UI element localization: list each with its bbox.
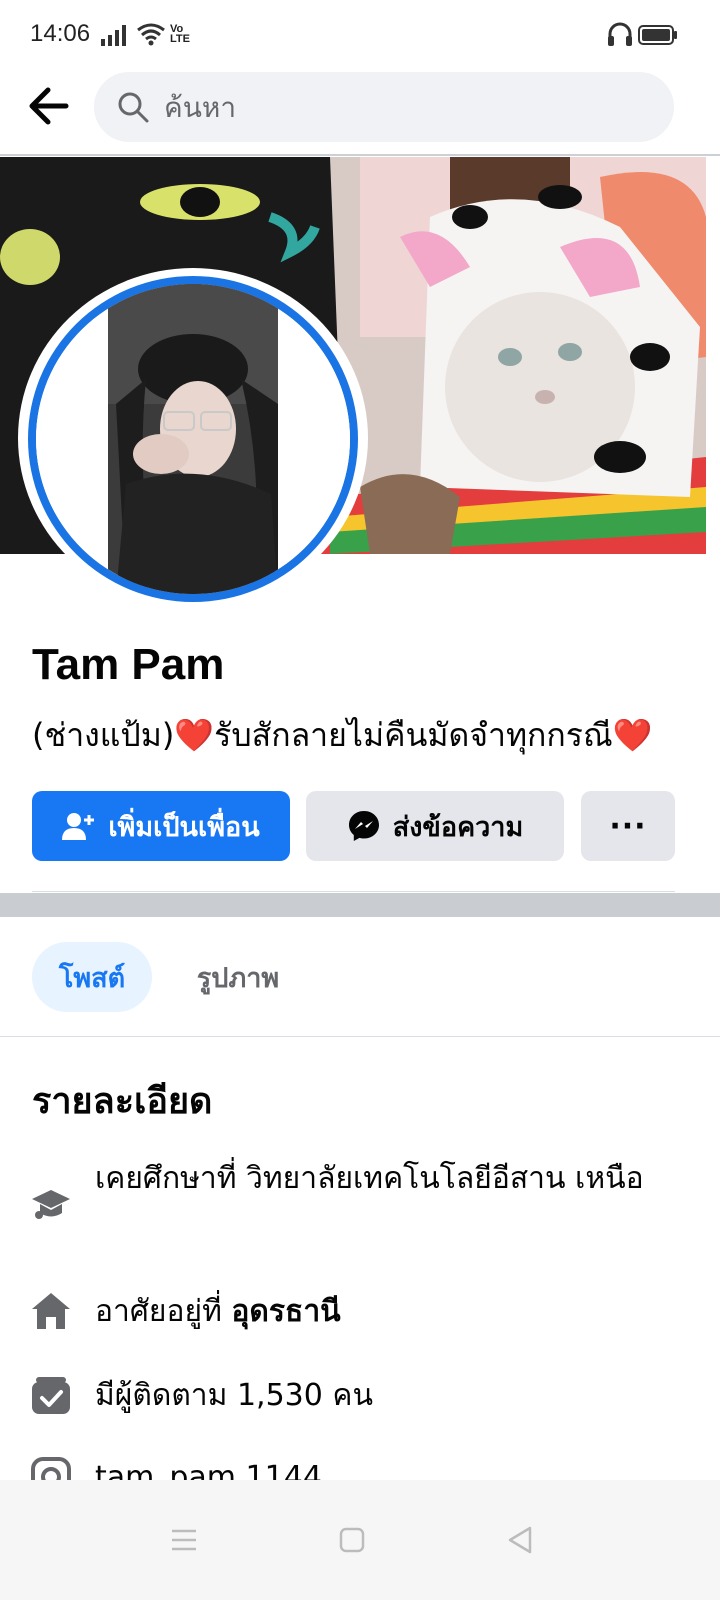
profile-avatar[interactable] [28, 276, 358, 602]
divider [32, 891, 675, 892]
signal-icon [101, 25, 126, 46]
instagram-text[interactable]: tam_pam.1144 [95, 1454, 675, 1480]
detail-followers: มีผู้ติดตาม 1,530 คน [0, 1372, 720, 1422]
graduation-cap-icon [32, 1190, 70, 1219]
more-options-button[interactable]: ··· [581, 791, 675, 861]
followers-check-icon [32, 1377, 70, 1414]
location-text: อาศัยอยู่ที่ อุดรธานี [95, 1288, 675, 1336]
heart-emoji: ❤️ [174, 716, 215, 754]
more-options-icon: ··· [609, 808, 647, 844]
location-prefix: อาศัยอยู่ที่ [95, 1294, 232, 1329]
tab-posts[interactable]: โพสต์ [32, 942, 152, 1012]
heart-emoji-end: ❤️ [612, 716, 653, 754]
profile-screen: 14:06 Vo LTE ค้นหา Tam Pam (ช่างแป้ม)❤️ร… [0, 0, 720, 1600]
back-button[interactable] [22, 84, 74, 128]
tab-photos[interactable]: รูปภาพ [168, 942, 308, 1012]
detail-instagram: tam_pam.1144 [0, 1452, 720, 1480]
arrow-left-icon [29, 87, 69, 125]
recent-apps-button[interactable] [154, 1510, 214, 1570]
search-bar[interactable] [94, 72, 674, 142]
detail-education: เคยศึกษาที่ วิทยาลัยเทคโนโลยีอีสาน เหนือ [0, 1155, 720, 1255]
tab-divider [0, 1036, 720, 1037]
profile-name: Tam Pam [32, 640, 225, 689]
location-place[interactable]: อุดรธานี [231, 1294, 340, 1329]
search-icon [118, 92, 149, 123]
triangle-back-icon [508, 1526, 532, 1554]
system-back-button[interactable] [490, 1510, 550, 1570]
search-header [0, 70, 720, 156]
volte-label: Vo LTE [170, 23, 190, 45]
battery-icon [638, 25, 677, 45]
detail-location: อาศัยอยู่ที่ อุดรธานี [0, 1288, 720, 1338]
status-bar: 14:06 Vo LTE [0, 0, 720, 70]
home-button[interactable] [322, 1510, 382, 1570]
education-text: เคยศึกษาที่ วิทยาลัยเทคโนโลยีอีสาน เหนือ [95, 1161, 644, 1196]
add-friend-label: เพิ่มเป็นเพื่อน [108, 811, 260, 843]
followers-text[interactable]: มีผู้ติดตาม 1,530 คน [95, 1372, 675, 1420]
system-nav-bar [0, 1480, 720, 1600]
avatar-illustration [36, 284, 350, 594]
add-friend-icon [62, 813, 95, 840]
message-label: ส่งข้อความ [392, 811, 524, 843]
home-icon [32, 1293, 70, 1329]
square-home-icon [339, 1527, 365, 1553]
headphones-icon [608, 22, 632, 46]
instagram-icon [31, 1457, 71, 1480]
bio-main: รับสักลายไม่คืนมัดจำทุกกรณี [214, 716, 613, 754]
message-button[interactable]: ส่งข้อความ [306, 791, 564, 861]
add-friend-button[interactable]: เพิ่มเป็นเพื่อน [32, 791, 290, 861]
messenger-icon [348, 811, 379, 841]
status-time: 14:06 [30, 20, 91, 47]
search-input[interactable] [164, 82, 644, 132]
details-heading: รายละเอียด [32, 1081, 213, 1122]
profile-bio: (ช่างแป้ม)❤️รับสักลายไม่คืนมัดจำทุกกรณี❤… [32, 710, 692, 761]
bio-prefix: (ช่างแป้ม) [32, 716, 175, 754]
menu-icon [172, 1529, 196, 1551]
section-divider [0, 893, 720, 917]
wifi-icon [137, 23, 165, 46]
